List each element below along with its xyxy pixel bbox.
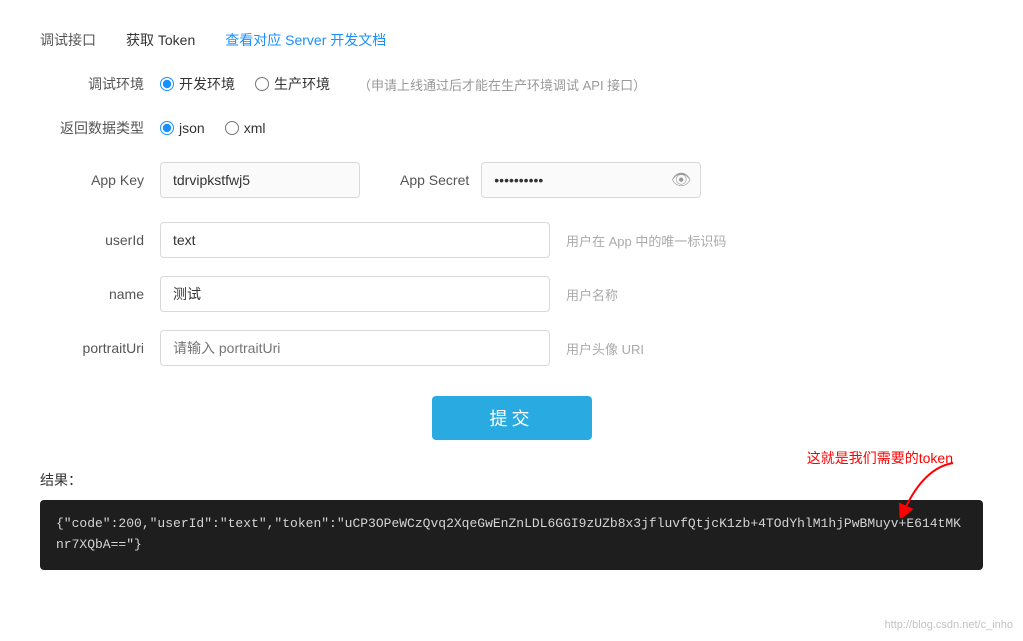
field-label-portraitUri: portraitUri — [40, 340, 160, 356]
field-input-userId[interactable] — [160, 222, 550, 258]
top-row: 调试接口 获取 Token 查看对应 Server 开发文档 — [40, 30, 983, 50]
field-label-userId: userId — [40, 232, 160, 248]
watermark: http://blog.csdn.net/c_inho — [885, 619, 1013, 631]
annotation-arrow-svg — [893, 458, 973, 518]
xml-label: xml — [244, 120, 266, 136]
prod-env-hint: （申请上线通过后才能在生产环境调试 API 接口） — [358, 75, 646, 94]
get-token-label: 获取 Token — [126, 30, 195, 50]
dev-env-label: 开发环境 — [179, 74, 235, 94]
annotation-bubble: 这就是我们需要的token — [807, 448, 953, 468]
field-input-name[interactable] — [160, 276, 550, 312]
app-credentials-row: App Key App Secret 👁 — [40, 162, 983, 198]
field-row-portraitUri: portraitUri 用户头像 URI — [40, 330, 983, 366]
field-label-name: name — [40, 286, 160, 302]
fields-container: userId 用户在 App 中的唯一标识码 name 用户名称 portrai… — [40, 222, 983, 366]
return-type-row: 返回数据类型 json xml — [40, 118, 983, 138]
debug-env-label: 调试环境 — [40, 74, 160, 94]
debug-env-content: 开发环境 生产环境 （申请上线通过后才能在生产环境调试 API 接口） — [160, 74, 983, 94]
server-doc-link[interactable]: 查看对应 Server 开发文档 — [225, 30, 386, 50]
field-row-name: name 用户名称 — [40, 276, 983, 312]
field-hint-portraitUri: 用户头像 URI — [566, 339, 644, 358]
submit-row: 提交 — [40, 396, 983, 440]
app-key-row: App Secret 👁 — [160, 162, 701, 198]
field-hint-name: 用户名称 — [566, 285, 618, 304]
app-secret-label: App Secret — [400, 172, 469, 188]
dev-env-radio[interactable] — [160, 77, 174, 91]
result-label: 结果： — [40, 470, 983, 490]
return-type-radio-group: json xml — [160, 120, 265, 136]
prod-env-option[interactable]: 生产环境 — [255, 74, 330, 94]
debug-env-radio-group: 开发环境 生产环境 （申请上线通过后才能在生产环境调试 API 接口） — [160, 74, 646, 94]
xml-radio[interactable] — [225, 121, 239, 135]
eye-icon[interactable]: 👁 — [671, 170, 691, 190]
app-secret-group: App Secret 👁 — [400, 162, 701, 198]
return-type-label: 返回数据类型 — [40, 118, 160, 138]
xml-option[interactable]: xml — [225, 120, 266, 136]
app-key-group — [160, 162, 360, 198]
json-radio[interactable] — [160, 121, 174, 135]
json-option[interactable]: json — [160, 120, 205, 136]
app-secret-wrap: 👁 — [481, 162, 701, 198]
app-key-label: App Key — [40, 172, 160, 188]
prod-env-label: 生产环境 — [274, 74, 330, 94]
result-section: 结果： 这就是我们需要的token {"code":200,"userId":"… — [40, 470, 983, 570]
debug-interface-label: 调试接口 — [40, 30, 96, 50]
field-hint-userId: 用户在 App 中的唯一标识码 — [566, 231, 726, 250]
prod-env-radio[interactable] — [255, 77, 269, 91]
result-box: {"code":200,"userId":"text","token":"uCP… — [40, 500, 983, 570]
dev-env-option[interactable]: 开发环境 — [160, 74, 235, 94]
app-key-input[interactable] — [160, 162, 360, 198]
app-secret-input[interactable] — [481, 162, 701, 198]
submit-button[interactable]: 提交 — [432, 396, 592, 440]
result-value: {"code":200,"userId":"text","token":"uCP… — [56, 516, 961, 552]
json-label: json — [179, 120, 205, 136]
return-type-content: json xml — [160, 120, 983, 136]
field-input-portraitUri[interactable] — [160, 330, 550, 366]
app-credentials-content: App Secret 👁 — [160, 162, 983, 198]
field-row-userId: userId 用户在 App 中的唯一标识码 — [40, 222, 983, 258]
debug-env-row: 调试环境 开发环境 生产环境 （申请上线通过后才能在生产环境调试 API 接口） — [40, 74, 983, 94]
